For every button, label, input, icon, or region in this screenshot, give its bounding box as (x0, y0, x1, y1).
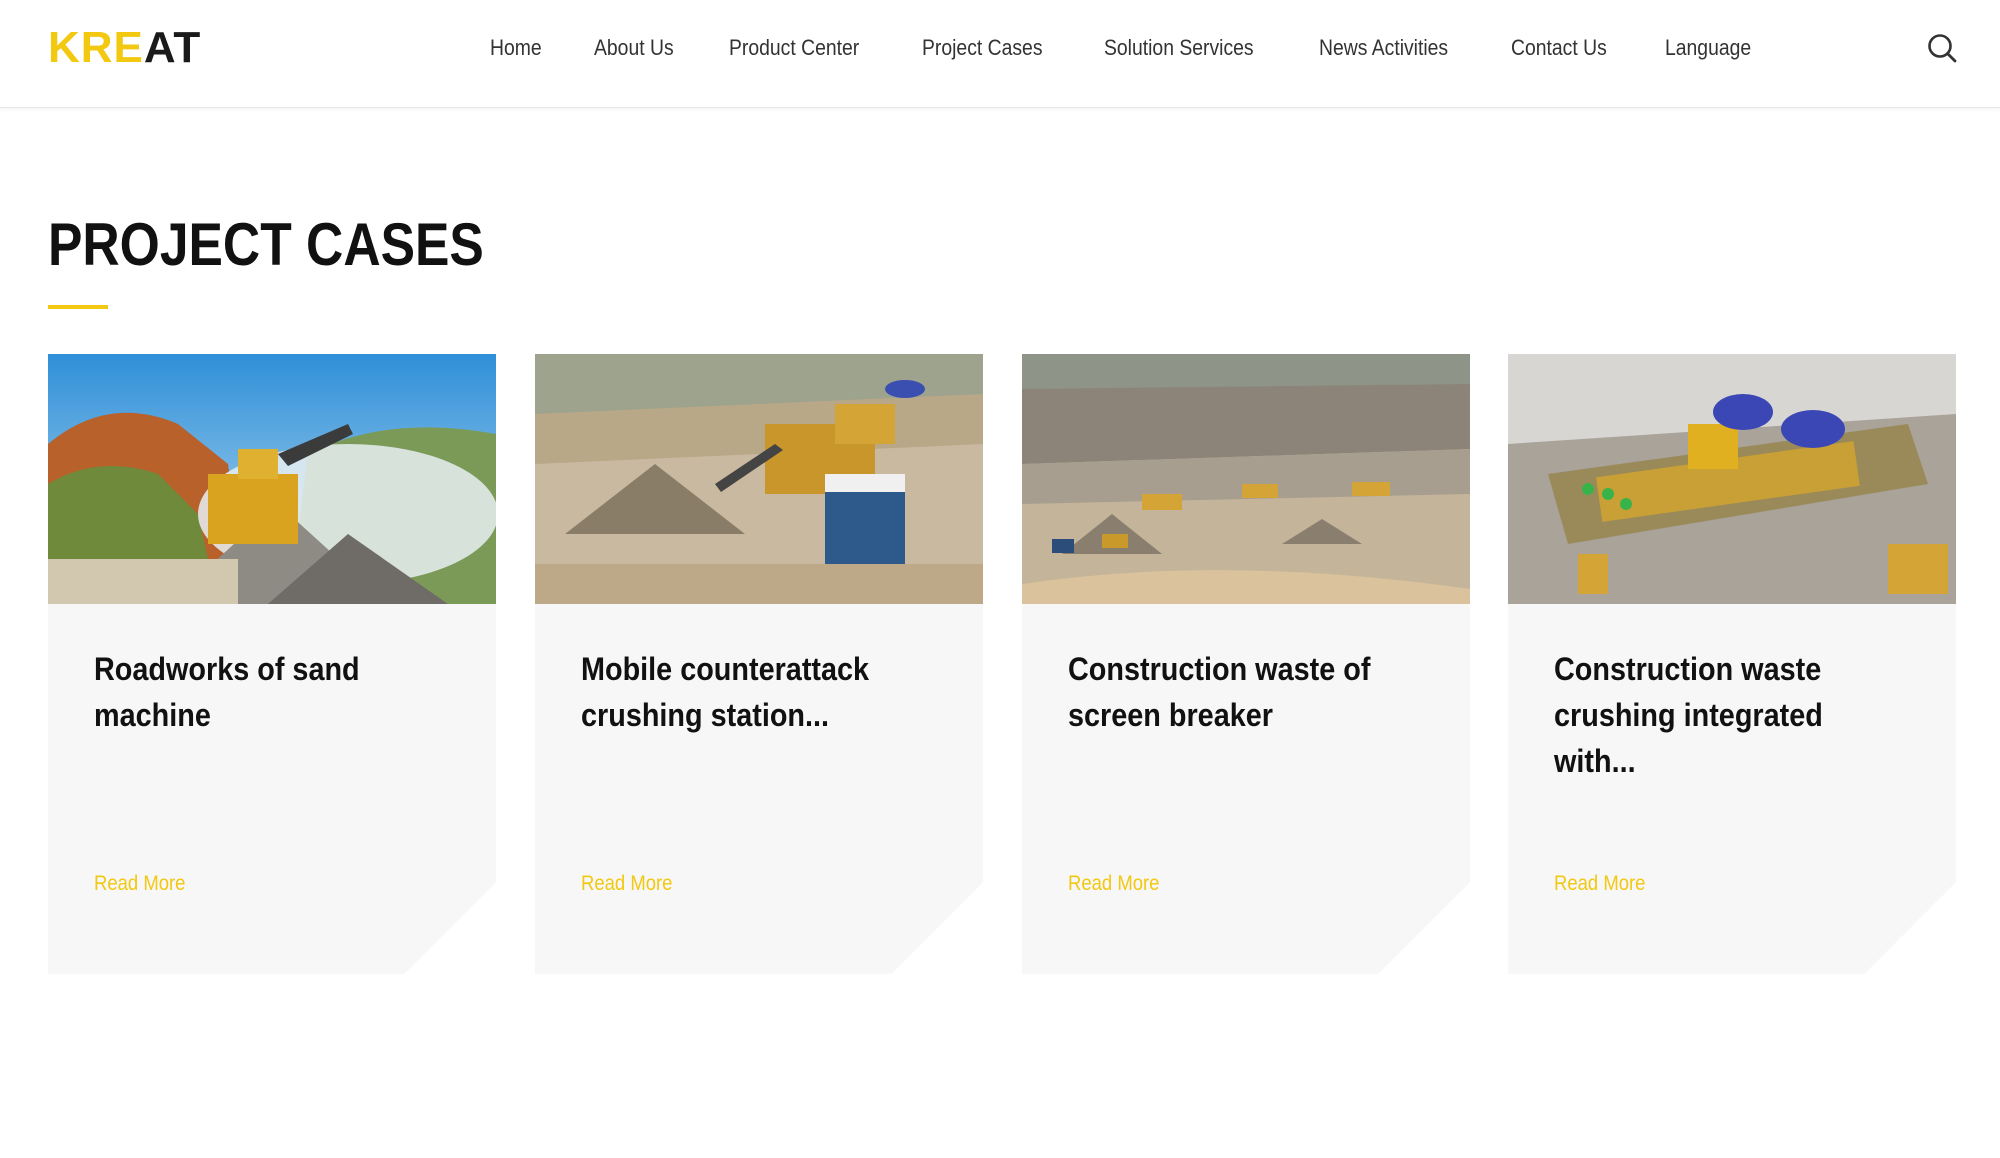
project-card[interactable]: Mobile counterattack crushing station...… (535, 354, 983, 974)
search-button[interactable] (1926, 32, 1958, 64)
card-title[interactable]: Construction waste crushing integrated w… (1554, 646, 1896, 784)
card-corner-decoration (891, 882, 983, 974)
card-corner-decoration (404, 882, 496, 974)
card-image[interactable] (1022, 354, 1470, 604)
nav-product-center[interactable]: Product Center (729, 35, 859, 61)
read-more-link[interactable]: Read More (581, 872, 672, 896)
nav-contact-us[interactable]: Contact Us (1511, 35, 1607, 61)
project-card[interactable]: Roadworks of sand machine Read More (48, 354, 496, 974)
read-more-link[interactable]: Read More (94, 872, 185, 896)
read-more-link[interactable]: Read More (1068, 872, 1159, 896)
crushing-station-site-photo (535, 354, 983, 604)
mobile-crusher-on-hillside-photo (48, 354, 496, 604)
nav-language[interactable]: Language (1665, 35, 1751, 61)
nav-about-us[interactable]: About Us (594, 35, 674, 61)
site-header: KRE AT Home About Us Product Center Proje… (0, 0, 2000, 108)
card-image[interactable] (1508, 354, 1956, 604)
nav-news-activities[interactable]: News Activities (1319, 35, 1448, 61)
card-title[interactable]: Mobile counterattack crushing station... (581, 646, 923, 738)
logo-text-at: AT (143, 23, 202, 72)
kreat-logo[interactable]: KRE AT (48, 26, 201, 70)
card-corner-decoration (1378, 882, 1470, 974)
read-more-link[interactable]: Read More (1554, 872, 1645, 896)
card-title[interactable]: Construction waste of screen breaker (1068, 646, 1410, 738)
crushing-plant-aerial-photo (1508, 354, 1956, 604)
card-image[interactable] (48, 354, 496, 604)
quarry-aerial-photo (1022, 354, 1470, 604)
logo-text-kre: KRE (48, 23, 144, 72)
project-card[interactable]: Construction waste of screen breaker Rea… (1022, 354, 1470, 974)
card-image[interactable] (535, 354, 983, 604)
nav-solution-services[interactable]: Solution Services (1104, 35, 1254, 61)
card-corner-decoration (1864, 882, 1956, 974)
search-icon (1928, 34, 1957, 63)
page-title: PROJECT CASES (48, 211, 484, 278)
nav-home[interactable]: Home (490, 35, 542, 61)
project-card[interactable]: Construction waste crushing integrated w… (1508, 354, 1956, 974)
nav-project-cases[interactable]: Project Cases (922, 35, 1043, 61)
title-underline (48, 305, 108, 309)
main-nav: Home About Us Product Center Project Cas… (490, 28, 1808, 68)
card-title[interactable]: Roadworks of sand machine (94, 646, 436, 738)
